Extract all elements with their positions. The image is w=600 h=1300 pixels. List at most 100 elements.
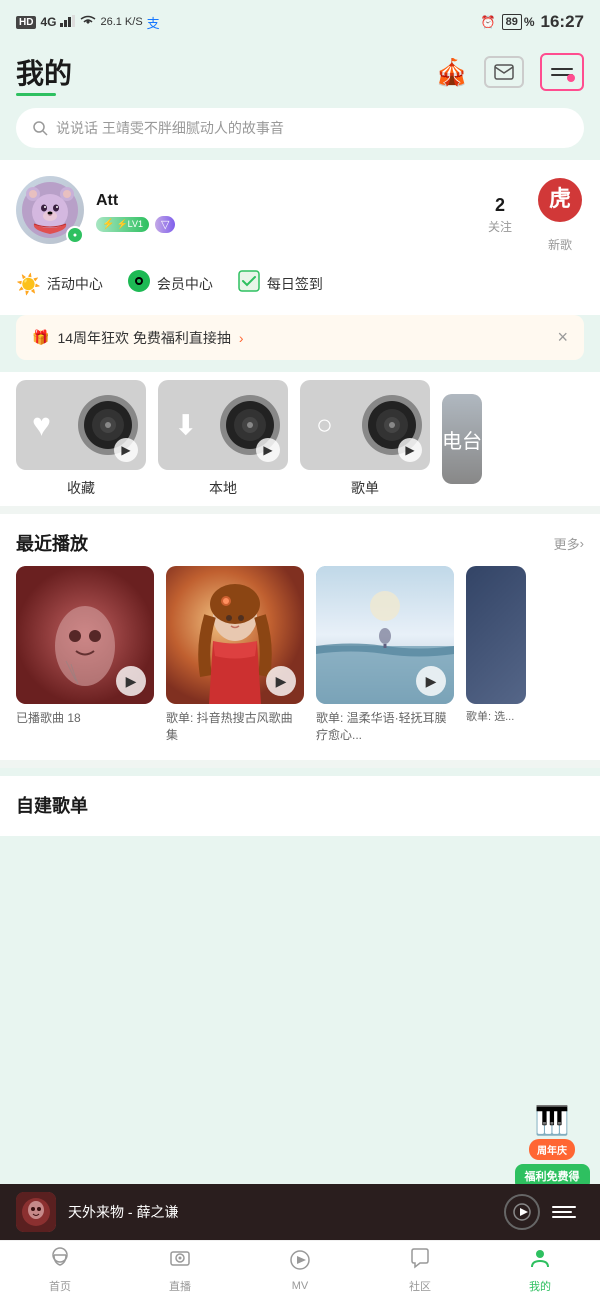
live-icon xyxy=(168,1247,192,1275)
svg-text:虎: 虎 xyxy=(549,186,571,211)
new-song[interactable]: 虎 新歌 xyxy=(536,176,584,253)
play-button-playlist[interactable]: ▶ xyxy=(398,438,422,462)
recent-desc-3: 歌单: 温柔华语·轻抚耳膜疗愈心... xyxy=(316,710,454,744)
quick-actions: ☀️ 活动中心 会员中心 每日签到 xyxy=(0,265,600,315)
chevron-right-icon: › xyxy=(580,536,584,551)
mail-button[interactable] xyxy=(484,56,524,88)
banner-text: 14周年狂欢 免费福利直接抽 xyxy=(57,328,230,348)
alipay-icon: 支 xyxy=(147,13,160,32)
recent-item-2[interactable]: ▶ 歌单: 抖音热搜古风歌曲集 xyxy=(166,566,304,744)
username: Att xyxy=(96,192,175,210)
category-local[interactable]: ⬇ ▶ 本地 xyxy=(158,380,288,498)
checkin-icon xyxy=(237,269,261,299)
divider-1 xyxy=(0,506,600,514)
recent-play-list: 歌曲 xyxy=(0,566,600,760)
bottom-nav: 首页 直播 MV 社区 xyxy=(0,1240,600,1300)
playlist-line-1 xyxy=(552,1206,576,1208)
banner-close-button[interactable]: × xyxy=(557,327,568,348)
mine-label: 我的 xyxy=(529,1278,551,1294)
speed-text: 26.1 K/S xyxy=(100,16,142,28)
activity-label: 活动中心 xyxy=(47,274,103,294)
profile-card: ● Att ⚡ ⚡LV1 ▽ 2 关注 xyxy=(0,160,600,265)
recent-play-more[interactable]: 更多 › xyxy=(554,534,584,553)
play-button-local[interactable]: ▶ xyxy=(256,438,280,462)
recent-play-header: 最近播放 更多 › xyxy=(0,514,600,566)
status-bar: HD 4G 26.1 K/S 支 ⏰ 89 % 16:27 xyxy=(0,0,600,44)
search-bar[interactable]: 说说话 王靖雯不胖细腻动人的故事音 xyxy=(16,108,584,148)
self-playlist-header: 自建歌单 xyxy=(16,792,584,828)
activity-icon: ☀️ xyxy=(16,272,41,297)
status-left: HD 4G 26.1 K/S 支 xyxy=(16,13,160,32)
self-playlist-section: 自建歌单 xyxy=(0,776,600,836)
community-icon xyxy=(408,1247,432,1275)
recent-item-3[interactable]: ▶ 歌单: 温柔华语·轻抚耳膜疗愈心... xyxy=(316,566,454,744)
anniversary-label: 周年庆 xyxy=(529,1139,575,1160)
quick-action-checkin[interactable]: 每日签到 xyxy=(237,269,323,299)
float-anniversary-banner[interactable]: 🎹 周年庆 福利免费得 xyxy=(512,1104,592,1190)
search-icon xyxy=(32,120,48,136)
recent-thumb-2: ▶ xyxy=(166,566,304,704)
recent-thumb-1: 歌曲 xyxy=(16,566,154,704)
signal-bars xyxy=(60,15,76,30)
play-button-1[interactable]: ▶ xyxy=(116,666,146,696)
profile-right: 2 关注 虎 新歌 xyxy=(488,176,584,253)
category-playlist[interactable]: ○ ▶ 歌单 xyxy=(300,380,430,498)
follow-section: 2 关注 虎 新歌 xyxy=(488,176,584,253)
member-icon xyxy=(127,269,151,299)
vip-badge: ▽ xyxy=(155,216,175,233)
alarm-icon: ⏰ xyxy=(481,15,496,29)
header-icons: 🎪 xyxy=(436,53,584,91)
favorites-card: ♥ ▶ xyxy=(16,380,146,470)
menu-line-1 xyxy=(551,68,573,70)
mine-icon xyxy=(528,1247,552,1275)
recent-desc-4: 歌单: 选... xyxy=(466,710,526,725)
time-display: 16:27 xyxy=(541,12,584,32)
menu-button[interactable] xyxy=(540,53,584,91)
category-favorites[interactable]: ♥ ▶ 收藏 xyxy=(16,380,146,498)
community-label: 社区 xyxy=(409,1278,431,1294)
nav-community[interactable]: 社区 xyxy=(360,1241,480,1300)
music-categories: ♥ ▶ 收藏 ⬇ ▶ xyxy=(0,372,600,506)
local-card: ⬇ ▶ xyxy=(158,380,288,470)
live-label: 直播 xyxy=(169,1278,191,1294)
playlist-card: ○ ▶ xyxy=(300,380,430,470)
recent-item-1[interactable]: 歌曲 xyxy=(16,566,154,744)
recent-item-4[interactable]: 歌单: 选... xyxy=(466,566,526,744)
network-icon: 4G xyxy=(40,15,56,29)
nav-mine[interactable]: 我的 xyxy=(480,1241,600,1300)
divider-2 xyxy=(0,760,600,768)
nav-live[interactable]: 直播 xyxy=(120,1241,240,1300)
mv-label: MV xyxy=(292,1280,309,1292)
battery-indicator: 89 % xyxy=(502,14,535,30)
favorites-label: 收藏 xyxy=(67,478,95,498)
recent-thumb-4 xyxy=(466,566,526,704)
avatar-online-badge: ● xyxy=(66,226,84,244)
nav-mv[interactable]: MV xyxy=(240,1241,360,1300)
now-playing-thumb xyxy=(16,1192,56,1232)
playlist-line-3 xyxy=(552,1216,576,1218)
recent-play-title: 最近播放 xyxy=(16,530,88,556)
hd-badge: HD xyxy=(16,16,36,29)
profile-left: ● Att ⚡ ⚡LV1 ▽ xyxy=(16,176,175,244)
now-playing-bar[interactable]: 天外来物 - 薛之谦 xyxy=(0,1184,600,1240)
promo-banner[interactable]: 🎁 14周年狂欢 免费福利直接抽 › × xyxy=(16,315,584,360)
page-title: 我的 xyxy=(16,52,72,92)
follow-count[interactable]: 2 关注 xyxy=(488,195,512,235)
member-label: 会员中心 xyxy=(157,274,213,294)
quick-action-activity[interactable]: ☀️ 活动中心 xyxy=(16,272,103,297)
category-radio[interactable]: 电台 xyxy=(442,380,482,498)
play-button-favorites[interactable]: ▶ xyxy=(114,438,138,462)
wifi-icon xyxy=(80,15,96,30)
play-button-2[interactable]: ▶ xyxy=(266,666,296,696)
nav-home[interactable]: 首页 xyxy=(0,1241,120,1300)
status-right: ⏰ 89 % 16:27 xyxy=(481,12,584,32)
now-play-button[interactable] xyxy=(504,1194,540,1230)
quick-action-member[interactable]: 会员中心 xyxy=(127,269,213,299)
now-playlist-button[interactable] xyxy=(552,1196,584,1228)
avatar-wrap[interactable]: ● xyxy=(16,176,84,244)
play-button-3[interactable]: ▶ xyxy=(416,666,446,696)
recent-desc-1: 已播歌曲 18 xyxy=(16,710,154,727)
playlist-label: 歌单 xyxy=(351,478,379,498)
mv-icon xyxy=(288,1249,312,1277)
hat-icon: 🎪 xyxy=(436,57,468,88)
